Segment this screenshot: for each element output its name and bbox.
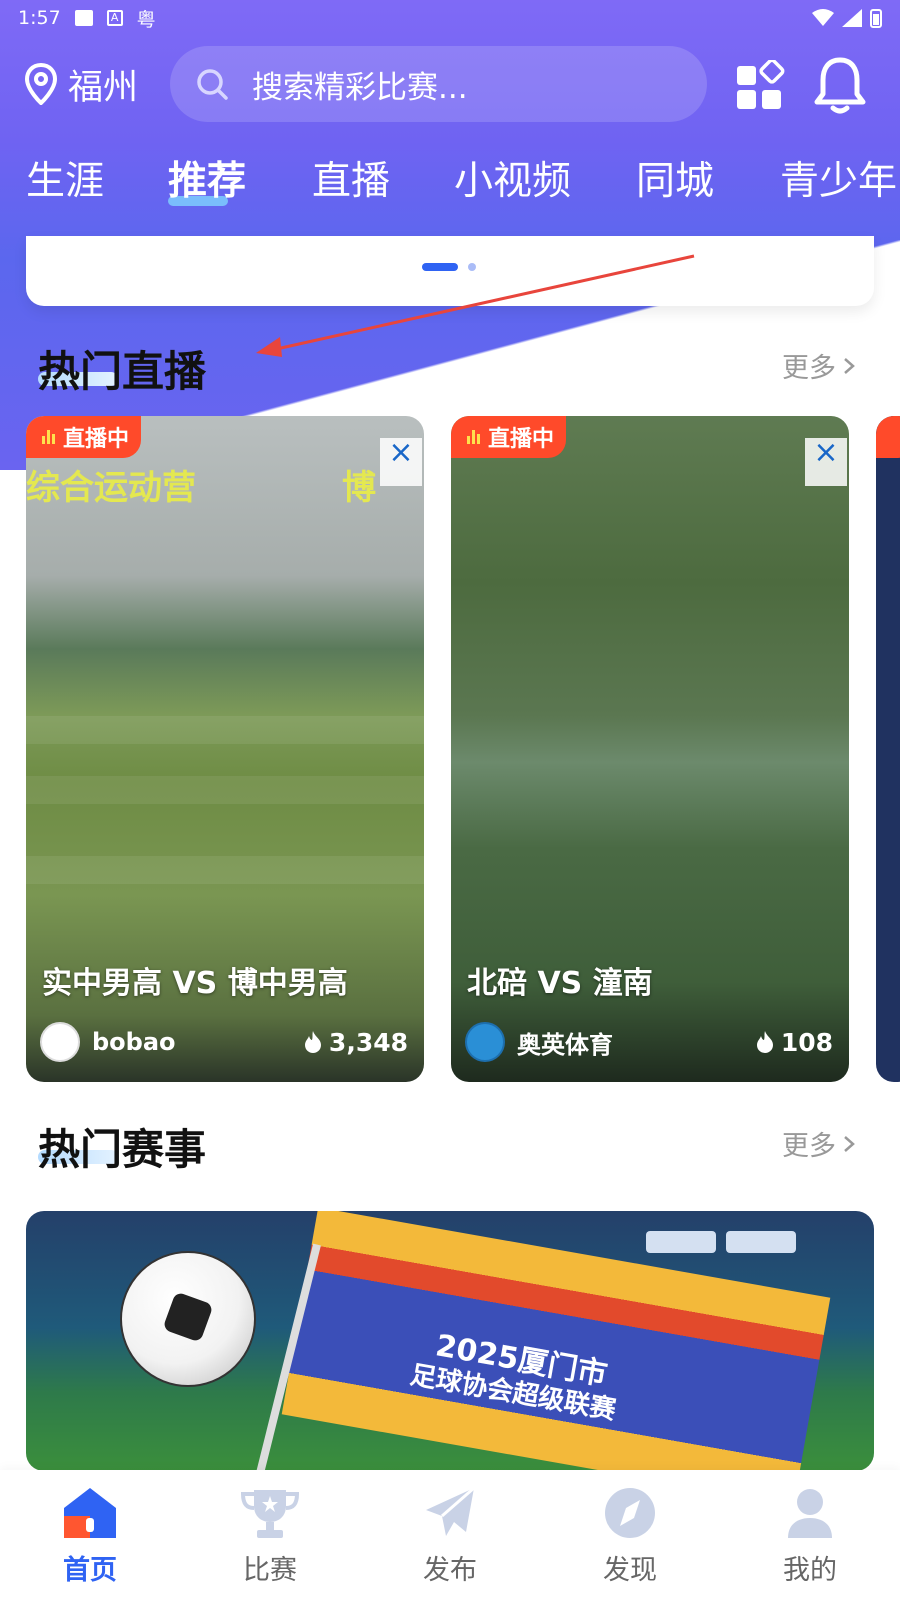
avatar bbox=[465, 1022, 505, 1062]
flame-icon bbox=[756, 1031, 773, 1053]
stadium-light bbox=[726, 1231, 796, 1253]
flame-icon bbox=[304, 1031, 321, 1053]
chevron-right-icon bbox=[844, 357, 855, 374]
live-card[interactable]: 综合运动营 博 × 直播中 实中男高 VS 博中男高 bobao 3,348 bbox=[26, 416, 424, 1082]
nav-home[interactable]: 首页 bbox=[0, 1470, 180, 1600]
live-badge bbox=[876, 416, 900, 458]
more-label: 更多 bbox=[782, 1131, 836, 1162]
heat-count: 108 bbox=[755, 1028, 833, 1057]
live-card-partial[interactable] bbox=[876, 416, 900, 1082]
wifi-icon bbox=[812, 9, 834, 26]
heat-count: 3,348 bbox=[303, 1028, 408, 1057]
close-icon[interactable]: × bbox=[805, 438, 847, 486]
nav-label: 比赛 bbox=[243, 1555, 297, 1586]
field-stripe bbox=[26, 856, 424, 884]
home-icon bbox=[64, 1488, 116, 1538]
nav-label: 我的 bbox=[783, 1555, 837, 1586]
soccer-ball-image bbox=[120, 1251, 256, 1387]
stream-overlay-text: 综合运动营 bbox=[26, 468, 196, 508]
send-icon bbox=[426, 1486, 475, 1536]
nav-label: 发布 bbox=[423, 1555, 477, 1586]
card-footer: 奥英体育 108 bbox=[465, 1022, 833, 1062]
match-title: 实中男高 VS 博中男高 bbox=[42, 966, 348, 1001]
heat-value: 108 bbox=[780, 1027, 833, 1057]
nav-label: 发现 bbox=[603, 1555, 657, 1586]
location-pin-icon bbox=[24, 63, 58, 105]
live-bars-icon bbox=[467, 430, 480, 444]
location-selector[interactable]: 福州 bbox=[24, 59, 138, 110]
card-footer: bobao 3,348 bbox=[40, 1022, 408, 1062]
category-tabs: 生涯 推荐 直播 小视频 同城 青少年 bbox=[0, 150, 900, 218]
live-card[interactable]: × 直播中 北碚 VS 潼南 奥英体育 108 bbox=[451, 416, 849, 1082]
apps-icon[interactable] bbox=[735, 60, 785, 110]
hot-live-more-link[interactable]: 更多 bbox=[782, 346, 856, 385]
tab-live[interactable]: 直播 bbox=[312, 150, 390, 206]
bell-icon[interactable] bbox=[812, 54, 868, 116]
match-title: 北碚 VS 潼南 bbox=[467, 966, 653, 1001]
search-icon bbox=[197, 69, 228, 100]
tab-local[interactable]: 同城 bbox=[636, 150, 714, 206]
carousel-dot bbox=[468, 263, 476, 271]
avatar bbox=[40, 1022, 80, 1062]
bottom-navigation: 首页 比赛 发布 发现 我的 bbox=[0, 1470, 900, 1600]
author-name: bobao bbox=[92, 1028, 176, 1056]
status-bar: 1:57 A 粤 bbox=[0, 0, 900, 36]
tab-youth[interactable]: 青少年 bbox=[780, 150, 897, 206]
tab-career[interactable]: 生涯 bbox=[26, 150, 104, 206]
nav-matches[interactable]: 比赛 bbox=[180, 1470, 360, 1600]
tab-recommend[interactable]: 推荐 bbox=[168, 150, 246, 206]
battery-icon bbox=[870, 9, 882, 28]
city-label: 福州 bbox=[68, 67, 139, 108]
close-icon[interactable]: × bbox=[380, 438, 422, 486]
stream-overlay-text: 博 bbox=[342, 468, 376, 508]
live-badge-label: 直播中 bbox=[63, 427, 130, 452]
live-badge: 直播中 bbox=[26, 416, 142, 458]
search-placeholder: 搜索精彩比赛... bbox=[252, 69, 468, 106]
field-stripe bbox=[26, 716, 424, 744]
nav-discover[interactable]: 发现 bbox=[540, 1470, 720, 1600]
event-banner[interactable]: 2025厦门市 足球协会超级联赛 bbox=[26, 1211, 874, 1471]
field-stripe bbox=[26, 776, 424, 804]
user-icon bbox=[788, 1489, 832, 1538]
status-time: 1:57 bbox=[18, 7, 61, 29]
hot-events-more-link[interactable]: 更多 bbox=[782, 1124, 856, 1163]
heat-value: 3,348 bbox=[328, 1027, 408, 1057]
chevron-right-icon bbox=[844, 1135, 855, 1152]
hot-events-title: 热门赛事 bbox=[38, 1125, 207, 1174]
more-label: 更多 bbox=[782, 353, 836, 384]
hot-live-title: 热门直播 bbox=[38, 347, 207, 396]
status-region-label: 粤 bbox=[136, 8, 156, 31]
live-bars-icon bbox=[42, 430, 55, 444]
signal-icon bbox=[842, 9, 862, 27]
top-bar: 福州 搜索精彩比赛... bbox=[0, 44, 900, 124]
nav-publish[interactable]: 发布 bbox=[360, 1470, 540, 1600]
trophy-icon bbox=[240, 1490, 300, 1538]
nav-label: 首页 bbox=[63, 1555, 117, 1586]
nav-profile[interactable]: 我的 bbox=[720, 1470, 900, 1600]
image-icon bbox=[74, 10, 93, 26]
tab-short-video[interactable]: 小视频 bbox=[454, 150, 571, 206]
carousel-dot-active bbox=[422, 263, 458, 271]
search-input[interactable]: 搜索精彩比赛... bbox=[170, 46, 707, 122]
banner-carousel[interactable] bbox=[26, 236, 874, 306]
live-badge: 直播中 bbox=[451, 416, 567, 458]
compass-icon bbox=[605, 1488, 655, 1538]
live-badge-label: 直播中 bbox=[488, 427, 555, 452]
a-icon: A bbox=[106, 10, 123, 26]
stadium-light bbox=[646, 1231, 716, 1253]
author-name: 奥英体育 bbox=[517, 1030, 613, 1059]
